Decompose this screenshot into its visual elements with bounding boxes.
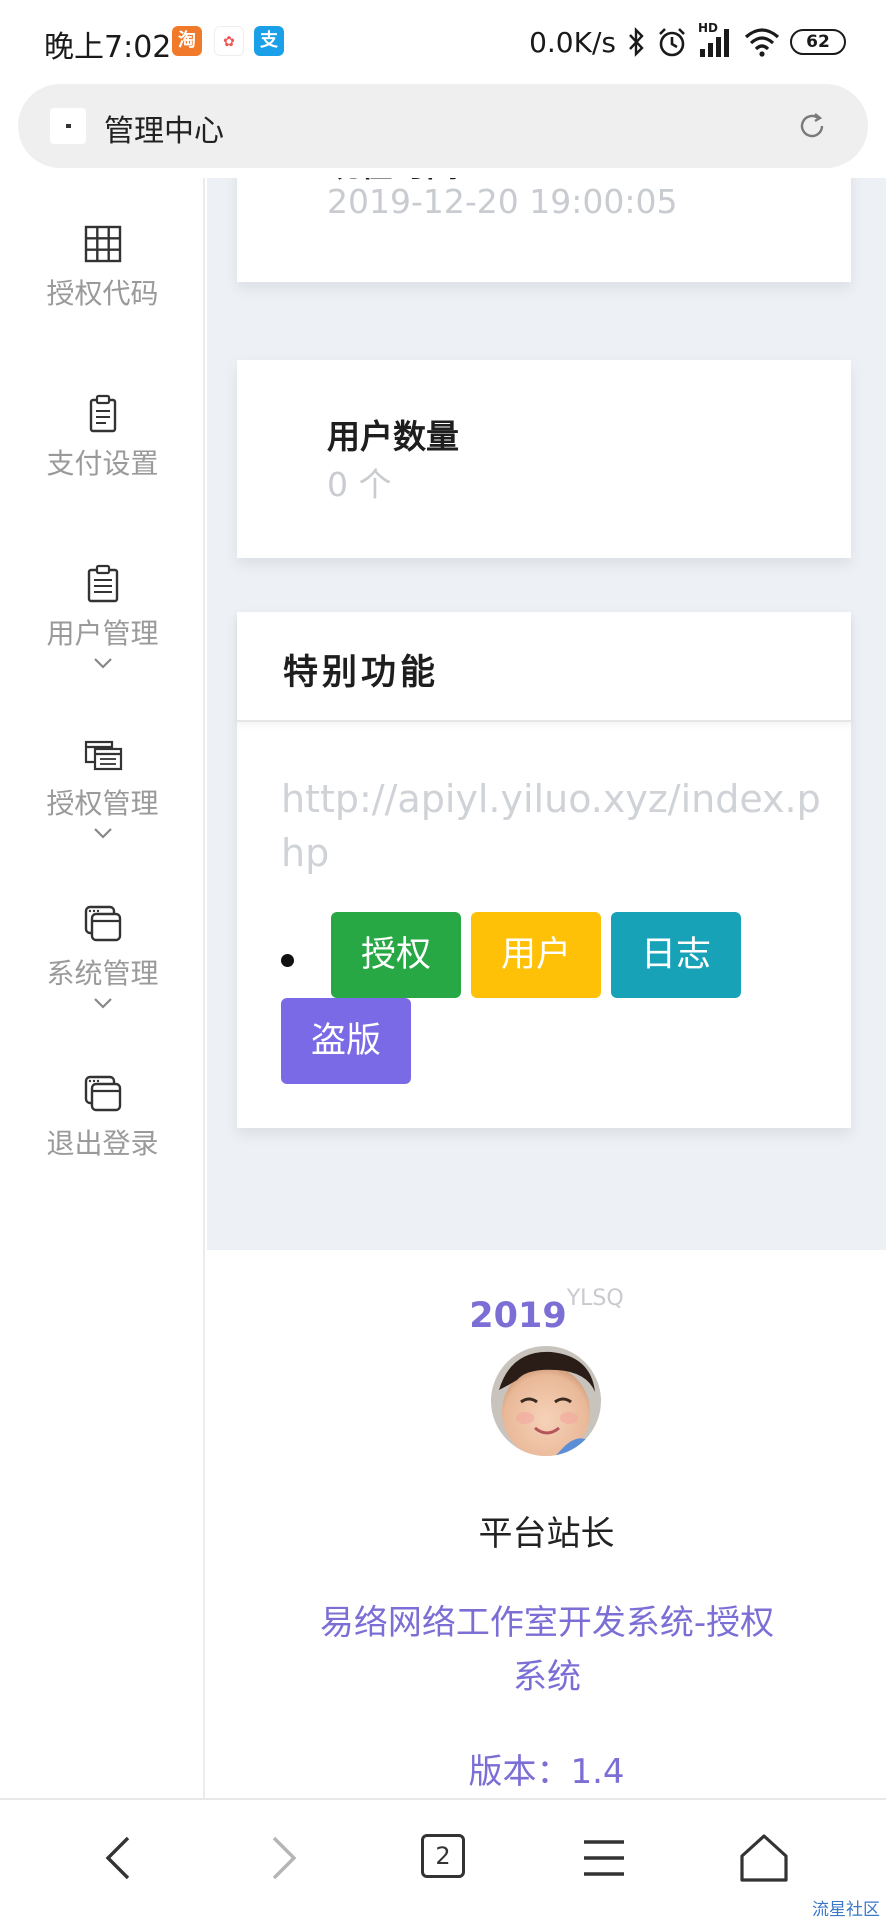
app-notification-icon: 淘 [172,26,202,56]
window-stack-icon [84,905,121,942]
sidebar-item-label: 用户管理 [46,617,159,650]
sidebar-item-system-management[interactable]: 系统管理 [0,904,205,1010]
sidebar-item-label: 退出登录 [46,1127,159,1160]
footer-version: 版本：1.4 [468,1752,625,1792]
page-title: 管理中心 [104,114,224,149]
current-time-value: 2019-12-20 19:00:05 [327,182,678,221]
sidebar-item-label: 支付设置 [46,447,159,480]
network-speed: 0.0K/s [529,25,616,59]
address-bar[interactable]: 管理中心 [18,84,868,168]
alipay-icon: 支 [254,26,284,56]
status-bar: 晚上7:02 淘 ✿ 支 0.0K/s HD 62 [0,0,886,84]
battery-indicator: 62 [790,29,846,55]
user-count-title: 用户数量 [327,417,459,456]
windows-icon [84,740,122,771]
authorize-button[interactable]: 授权 [331,912,461,998]
sidebar-item-user-management[interactable]: 用户管理 [0,564,205,670]
app-notification-icon: ✿ [214,26,244,56]
logs-button[interactable]: 日志 [611,912,741,998]
grid-icon [84,225,121,263]
special-functions-card: 特别功能 http://apiyl.yiluo.xyz/index.php 授权… [237,612,851,1128]
clipboard-list-icon [87,564,118,603]
footer-copyright: 2019YLSQ [207,1286,886,1336]
piracy-button[interactable]: 盗版 [281,998,411,1084]
watermark: 流星社区 [812,1900,880,1920]
alarm-icon [659,28,685,57]
chevron-down-icon [93,998,112,1009]
browser-bottom-nav: 2 流星社区 [0,1798,886,1920]
special-functions-title: 特别功能 [283,653,440,693]
footer: 2019YLSQ 平台站长 易络网络工作室开发系统-授权系统 版本：1.4 [207,1250,886,1798]
tab-count-button[interactable]: 2 [421,1834,465,1878]
user-count-card: 用户数量 0 个 [237,360,851,558]
sidebar-item-label: 授权管理 [46,787,159,820]
wifi-icon [744,28,780,57]
status-indicators: 0.0K/s HD 62 [529,21,846,62]
list-bullet [281,954,294,967]
sidebar-item-label: 系统管理 [46,957,159,990]
footer-role: 平台站长 [478,1514,615,1554]
users-button[interactable]: 用户 [471,912,601,998]
signal-icon: HD [698,21,734,59]
menu-icon[interactable] [574,1828,634,1888]
current-time-card: 现在时间 2019-12-20 19:00:05 [237,178,851,282]
footer-brand: YLSQ [566,1286,624,1311]
avatar[interactable] [491,1346,601,1456]
forward-icon[interactable] [252,1828,312,1888]
sidebar: 授权代码 支付设置 用户管理 授权管理 系统管理 退出登录 [0,178,205,1798]
window-stack-icon [84,1075,121,1112]
sidebar-item-label: 授权代码 [46,277,159,310]
favicon-icon [50,108,86,144]
sidebar-item-auth-code[interactable]: 授权代码 [0,224,205,312]
bluetooth-icon [629,27,644,57]
sidebar-item-payment-settings[interactable]: 支付设置 [0,394,205,482]
refresh-icon[interactable] [794,108,830,144]
chevron-down-icon [93,828,112,839]
status-time: 晚上7:02 [44,30,172,65]
avatar-image [491,1346,601,1456]
api-url-text: http://apiyl.yiluo.xyz/index.php [281,777,821,875]
footer-system-name: 易络网络工作室开发系统-授权系统 [319,1603,775,1697]
footer-year: 2019 [469,1296,567,1336]
home-icon[interactable] [734,1828,794,1888]
user-count-value: 0 个 [327,465,392,504]
chevron-down-icon [93,658,112,669]
main-content: 现在时间 2019-12-20 19:00:05 用户数量 0 个 特别功能 h… [207,178,886,1250]
special-functions-header: 特别功能 [237,612,851,722]
sidebar-item-logout[interactable]: 退出登录 [0,1074,205,1162]
back-icon[interactable] [92,1828,152,1888]
clipboard-icon [89,394,116,433]
sidebar-item-license-management[interactable]: 授权管理 [0,734,205,840]
